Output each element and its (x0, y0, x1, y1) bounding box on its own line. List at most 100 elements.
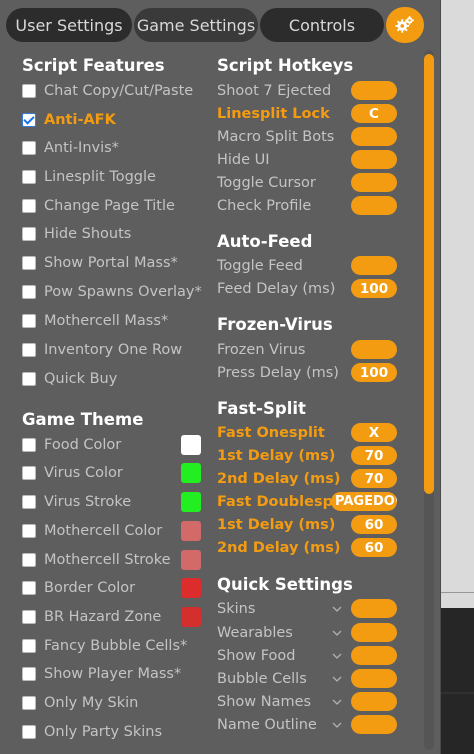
feature-row[interactable]: Anti-Invis* (22, 136, 119, 160)
theme-label: Border Color (44, 580, 136, 596)
feature-checkbox[interactable] (22, 343, 36, 357)
color-swatch-br-hazard[interactable] (181, 607, 201, 627)
chevron-down-icon[interactable] (332, 645, 342, 667)
tab-game-settings[interactable]: Game Settings (134, 8, 258, 42)
hotkey-input[interactable]: C (351, 104, 397, 123)
fastsplit-input[interactable]: 70 (351, 446, 397, 465)
chevron-down-icon[interactable] (332, 691, 342, 713)
feature-row[interactable]: Linesplit Toggle (22, 165, 156, 189)
hotkey-input[interactable] (351, 150, 397, 169)
autofeed-input[interactable]: 100 (351, 279, 397, 298)
feature-checkbox[interactable] (22, 170, 36, 184)
chevron-down-icon[interactable] (332, 668, 342, 690)
feature-label: Inventory One Row (44, 342, 183, 358)
feature-checkbox[interactable] (22, 84, 36, 98)
feature-checkbox[interactable] (22, 372, 36, 386)
feature-checkbox[interactable] (22, 256, 36, 270)
frozen-input[interactable] (351, 340, 397, 359)
theme-row[interactable]: Food Color (22, 433, 121, 457)
frozen-input[interactable]: 100 (351, 363, 397, 382)
tab-controls[interactable]: Controls (260, 8, 384, 42)
color-swatch-mothercell[interactable] (181, 521, 201, 541)
theme-row[interactable]: Only My Skin (22, 691, 138, 715)
quick-setting-input[interactable] (351, 623, 397, 642)
hotkey-input[interactable] (351, 173, 397, 192)
fastsplit-input[interactable]: PAGEDOWN (331, 492, 397, 511)
section-title-auto-feed: Auto-Feed (217, 232, 313, 251)
hotkey-label: Toggle Cursor (217, 175, 316, 191)
feature-checkbox[interactable] (22, 113, 36, 127)
theme-checkbox[interactable] (22, 553, 36, 567)
quick-setting-input[interactable] (351, 715, 397, 734)
theme-label: Fancy Bubble Cells* (44, 638, 188, 654)
feature-row[interactable]: Anti-AFK (22, 108, 116, 132)
theme-checkbox[interactable] (22, 696, 36, 710)
theme-row[interactable]: BR Hazard Zone (22, 605, 161, 629)
quick-setting-input[interactable] (351, 692, 397, 711)
chevron-down-icon[interactable] (332, 714, 342, 736)
theme-checkbox[interactable] (22, 667, 36, 681)
chevron-down-icon[interactable] (332, 598, 342, 620)
section-title-frozen-virus: Frozen-Virus (217, 315, 333, 334)
settings-panel: User Settings Game Settings Controls Scr… (0, 0, 441, 754)
fastsplit-input[interactable]: X (351, 423, 397, 442)
feature-row[interactable]: Show Portal Mass* (22, 251, 178, 275)
theme-checkbox[interactable] (22, 725, 36, 739)
theme-checkbox[interactable] (22, 466, 36, 480)
feature-checkbox[interactable] (22, 314, 36, 328)
chevron-down-icon[interactable] (332, 622, 342, 644)
feature-row[interactable]: Change Page Title (22, 194, 175, 218)
feature-row[interactable]: Hide Shouts (22, 222, 131, 246)
theme-row[interactable]: Mothercell Color (22, 519, 162, 543)
color-swatch-virus[interactable] (181, 463, 201, 483)
theme-checkbox[interactable] (22, 438, 36, 452)
color-swatch-virus-stroke[interactable] (181, 492, 201, 512)
theme-row[interactable]: Only Party Skins (22, 720, 162, 744)
hotkey-input[interactable] (351, 127, 397, 146)
feature-row[interactable]: Quick Buy (22, 367, 117, 391)
quick-setting-label: Skins (217, 601, 256, 617)
theme-checkbox[interactable] (22, 495, 36, 509)
hotkey-label: Check Profile (217, 198, 312, 214)
feature-checkbox[interactable] (22, 227, 36, 241)
theme-row[interactable]: Fancy Bubble Cells* (22, 634, 187, 658)
feature-row[interactable]: Mothercell Mass* (22, 309, 168, 333)
color-swatch-food[interactable] (181, 435, 201, 455)
quick-setting-input[interactable] (351, 599, 397, 618)
fastsplit-input[interactable]: 70 (351, 469, 397, 488)
fastsplit-input[interactable]: 60 (351, 515, 397, 534)
theme-checkbox[interactable] (22, 639, 36, 653)
theme-checkbox[interactable] (22, 610, 36, 624)
feature-row[interactable]: Pow Spawns Overlay* (22, 280, 202, 304)
color-swatch-mothercell-stroke[interactable] (181, 550, 201, 570)
theme-row[interactable]: Virus Color (22, 461, 123, 485)
theme-checkbox[interactable] (22, 581, 36, 595)
fastsplit-input[interactable]: 60 (351, 538, 397, 557)
theme-row[interactable]: Show Player Mass* (22, 662, 181, 686)
tab-user-settings[interactable]: User Settings (6, 8, 132, 42)
tab-script-settings[interactable] (386, 7, 424, 43)
quick-setting-label: Name Outline (217, 717, 317, 733)
feature-checkbox[interactable] (22, 199, 36, 213)
quick-setting-input[interactable] (351, 669, 397, 688)
quick-setting-label: Show Names (217, 694, 312, 710)
feature-row[interactable]: Inventory One Row (22, 338, 182, 362)
theme-row[interactable]: Mothercell Stroke (22, 548, 171, 572)
hotkey-input[interactable] (351, 196, 397, 215)
theme-row[interactable]: Virus Stroke (22, 490, 131, 514)
scrollbar-thumb[interactable] (424, 54, 434, 494)
color-swatch-border[interactable] (181, 578, 201, 598)
fastsplit-label: 2nd Delay (ms) (217, 471, 341, 487)
theme-label: Only Party Skins (44, 724, 163, 740)
feature-label: Show Portal Mass* (44, 255, 178, 271)
feature-checkbox[interactable] (22, 141, 36, 155)
feature-label: Anti-Invis* (44, 140, 119, 156)
theme-checkbox[interactable] (22, 524, 36, 538)
feature-row[interactable]: Chat Copy/Cut/Paste (22, 79, 193, 103)
autofeed-input[interactable] (351, 256, 397, 275)
autofeed-label: Toggle Feed (217, 258, 303, 274)
theme-row[interactable]: Border Color (22, 576, 135, 600)
quick-setting-input[interactable] (351, 646, 397, 665)
feature-checkbox[interactable] (22, 285, 36, 299)
hotkey-input[interactable] (351, 81, 397, 100)
